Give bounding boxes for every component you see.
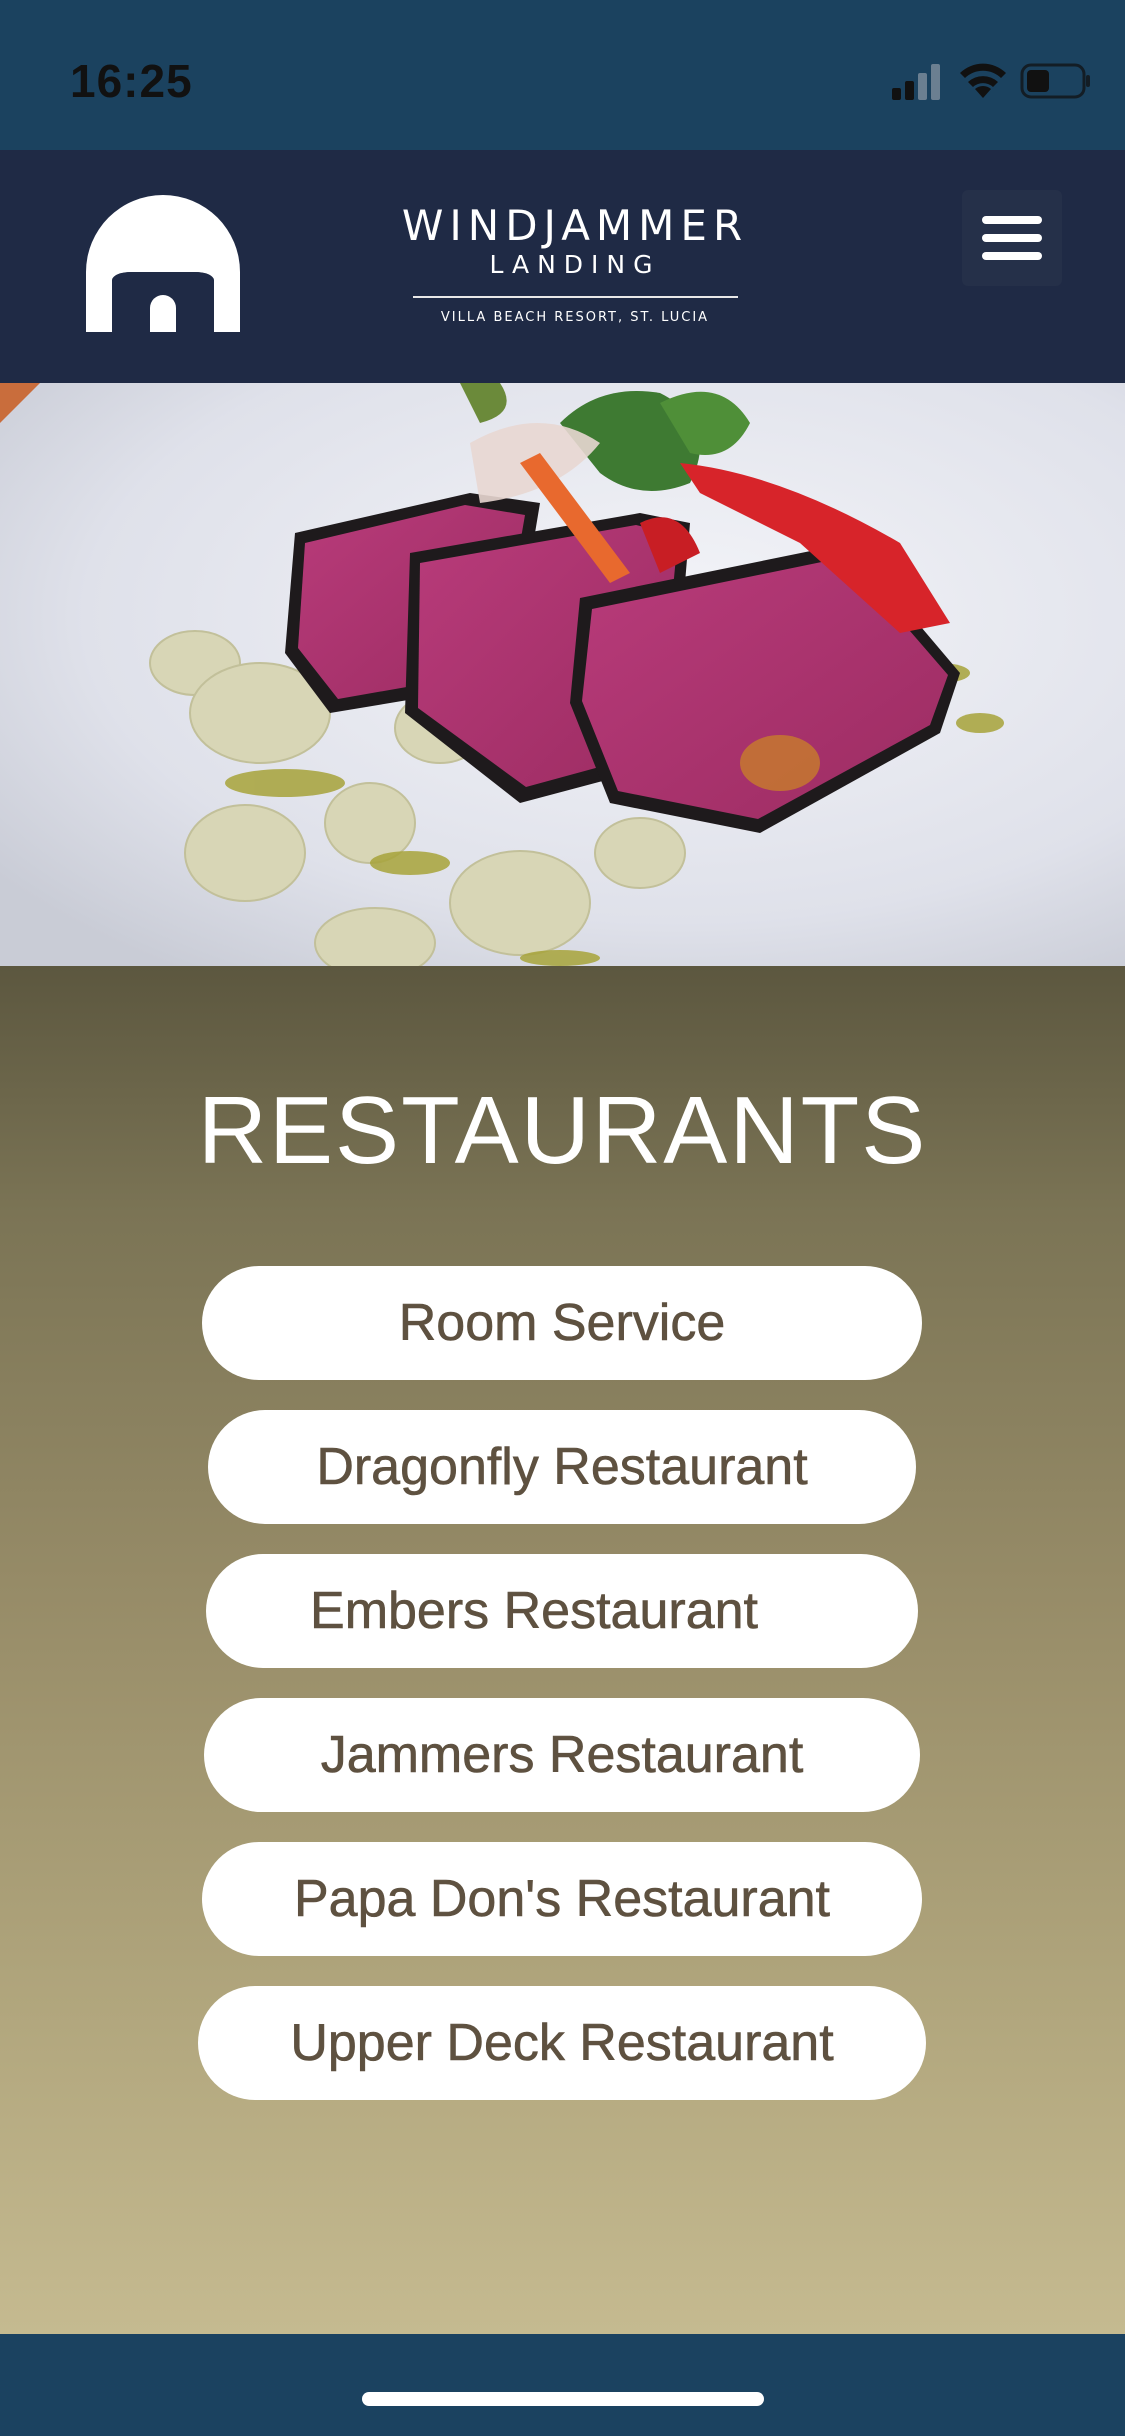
wifi-icon	[960, 63, 1006, 98]
restaurant-button-embers[interactable]: Embers Restaurant	[206, 1554, 918, 1668]
seared-tuna-dish-photo	[0, 383, 1125, 966]
brand-subtitle: LANDING	[489, 250, 661, 279]
status-time: 16:25	[70, 55, 193, 107]
archway-logo-icon[interactable]	[84, 192, 242, 332]
restaurant-button-dragonfly[interactable]: Dragonfly Restaurant	[208, 1410, 916, 1524]
screen: 16:25 WINDJAMMER LANDING VILLA BEACH RES…	[0, 0, 1125, 2436]
home-indicator-area	[0, 2334, 1125, 2436]
brand-divider	[412, 296, 738, 298]
site-header: WINDJAMMER LANDING VILLA BEACH RESORT, S…	[0, 150, 1125, 383]
section-title: RESTAURANTS	[197, 1077, 928, 1184]
battery-icon	[1020, 63, 1090, 99]
restaurant-button-upper-deck[interactable]: Upper Deck Restaurant	[198, 1986, 926, 2100]
hamburger-bar	[982, 234, 1042, 242]
restaurant-button-jammers[interactable]: Jammers Restaurant	[204, 1698, 920, 1812]
restaurant-button-room-service[interactable]: Room Service	[202, 1266, 922, 1380]
hero-image	[0, 383, 1125, 966]
hamburger-bar	[982, 252, 1042, 260]
brand-wordmark[interactable]: WINDJAMMER LANDING VILLA BEACH RESORT, S…	[350, 202, 800, 326]
hamburger-menu-button[interactable]	[962, 190, 1062, 286]
home-indicator[interactable]	[362, 2392, 764, 2406]
signal-icon	[892, 64, 940, 100]
brand-title: WINDJAMMER	[401, 201, 749, 250]
hamburger-menu-icon	[982, 216, 1042, 224]
status-bar: 16:25	[0, 0, 1125, 150]
restaurants-section: RESTAURANTS Room Service Dragonfly Resta…	[0, 966, 1125, 2334]
restaurant-button-papa-dons[interactable]: Papa Don's Restaurant	[202, 1842, 922, 1956]
brand-tagline: VILLA BEACH RESORT, ST. LUCIA	[440, 310, 710, 325]
